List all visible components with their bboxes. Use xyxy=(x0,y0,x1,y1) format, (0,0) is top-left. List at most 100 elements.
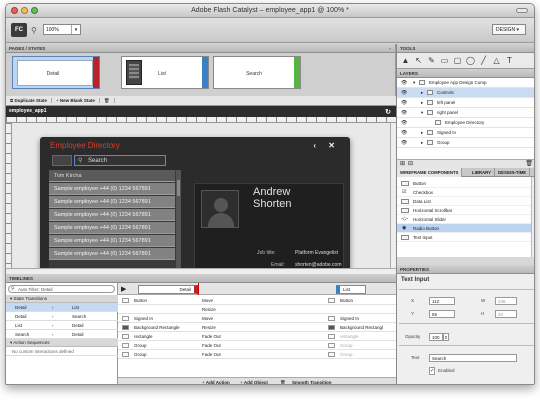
eye-icon[interactable]: 👁 xyxy=(401,88,407,98)
opacity-input[interactable]: 100 xyxy=(429,333,443,341)
list-item[interactable]: Sample employee +44 (0) 1234 567891 xyxy=(49,183,175,195)
tab-wireframe-components[interactable]: WIREFRAME COMPONENTS xyxy=(397,168,463,177)
expand-icon[interactable]: ▾ xyxy=(413,78,415,88)
timeline-row[interactable]: Signed In Move Signed In xyxy=(118,314,396,323)
layer-row[interactable]: 👁 ▸ Group xyxy=(397,138,534,148)
component-item[interactable]: Button xyxy=(397,179,531,188)
h-input[interactable]: 20 xyxy=(495,310,517,318)
layer-row[interactable]: 👁 ▾ right panel xyxy=(397,108,534,118)
document-tab[interactable]: employee_app1 ↻ xyxy=(6,106,396,117)
list-item[interactable]: Sample employee +44 (0) 1234 567891 xyxy=(49,235,175,247)
timeline-filter-input[interactable]: ⚲ Auto Filter: Detail xyxy=(8,285,115,293)
rounded-rectangle-tool-icon[interactable]: ▢ xyxy=(452,56,463,65)
rectangle-tool-icon[interactable]: ▭ xyxy=(439,56,450,65)
text-input[interactable]: Search xyxy=(429,354,517,362)
timeline-row[interactable]: rectangle Fade Out rectangle xyxy=(118,332,396,341)
state-detail[interactable]: Detail xyxy=(12,56,100,89)
tab-library[interactable]: LIBRARY xyxy=(469,168,495,177)
new-layer-icon[interactable]: ⊞ xyxy=(397,161,408,167)
direct-select-tool-icon[interactable]: ↖ xyxy=(413,56,424,65)
eye-icon[interactable]: 👁 xyxy=(401,118,407,128)
state-transitions-group[interactable]: ▾ State Transitions xyxy=(6,295,118,303)
component-item[interactable]: Text Input xyxy=(397,233,531,242)
expand-icon[interactable]: ▸ xyxy=(421,128,423,138)
search-input[interactable]: ⚲ Search xyxy=(74,155,166,166)
enabled-checkbox[interactable]: ✓ xyxy=(429,367,435,375)
w-input[interactable]: 236 xyxy=(495,297,517,305)
eye-icon[interactable]: 👁 xyxy=(401,98,407,108)
eye-icon[interactable]: 👁 xyxy=(401,78,407,88)
list-item[interactable]: Tom Kircha xyxy=(49,170,175,182)
zoom-icon[interactable]: ⚲ xyxy=(31,26,37,35)
text-input-component-icon xyxy=(401,235,409,240)
layer-row[interactable]: 👁 ▾ Employee App Design Comp xyxy=(397,78,534,88)
pen-tool-icon[interactable]: ✎ xyxy=(426,56,437,65)
transition-row[interactable]: List › Detail xyxy=(6,321,118,330)
ellipse-tool-icon[interactable]: ◯ xyxy=(465,56,476,65)
tab-design-time[interactable]: DESIGN-TIME xyxy=(495,168,531,177)
layer-row[interactable]: 👁 ▸ left panel xyxy=(397,98,534,108)
layer-row[interactable]: 👁 ▸ Signed In xyxy=(397,128,534,138)
transition-row[interactable]: Detail › List xyxy=(6,303,118,312)
list-item[interactable]: Sample employee +44 (0) 1234 567891 xyxy=(49,196,175,208)
opacity-stepper[interactable]: ⇕ xyxy=(443,333,449,341)
search-toggle-button[interactable] xyxy=(52,155,72,166)
canvas[interactable]: Employee Directory ‹ ✕ ⚲ Search Tom Kirch… xyxy=(12,123,396,274)
components-scrollbar[interactable] xyxy=(531,177,534,257)
new-blank-state-button[interactable]: + New Blank State xyxy=(51,98,100,103)
select-tool-icon[interactable]: ▲ xyxy=(400,56,411,65)
eye-icon[interactable]: 👁 xyxy=(401,128,407,138)
delete-state-icon[interactable]: 🗑 xyxy=(99,98,115,103)
component-item[interactable]: Horizontal Scrollbar xyxy=(397,206,531,215)
zoom-select[interactable]: 100% ▾ xyxy=(43,24,81,35)
play-icon[interactable]: ▶ xyxy=(121,285,126,293)
timeline-row[interactable]: Resize xyxy=(118,305,396,314)
timeline-row[interactable]: Background Rectangle Resize Background Rec… xyxy=(118,323,396,332)
list-item[interactable]: Sample employee +44 (0) 1234 567891 xyxy=(49,248,175,260)
x-input[interactable]: 112 xyxy=(429,297,455,305)
polygon-tool-icon[interactable]: △ xyxy=(491,56,502,65)
component-item[interactable]: -◇- Horizontal Slider xyxy=(397,215,531,224)
list-scrollbar[interactable] xyxy=(176,170,181,274)
timeline-row[interactable]: Group Fade Out Group xyxy=(118,341,396,350)
text-tool-icon[interactable]: T xyxy=(504,56,515,65)
delete-layer-icon[interactable]: 🗑 xyxy=(525,160,533,168)
line-tool-icon[interactable]: ╱ xyxy=(478,56,489,65)
workspace-select[interactable]: DESIGN ▾ xyxy=(492,24,526,35)
delete-icon[interactable]: 🗑 xyxy=(280,378,286,384)
app-nav-icons[interactable]: ‹ ✕ xyxy=(313,141,340,150)
add-object-button[interactable]: + Add Object xyxy=(240,378,268,384)
eye-icon[interactable]: 👁 xyxy=(401,138,407,148)
component-item[interactable]: ◉ Radio Button xyxy=(397,224,531,233)
duplicate-state-button[interactable]: ⧉ Duplicate State xyxy=(6,98,52,103)
expand-icon[interactable]: ▸ xyxy=(421,88,423,98)
expand-icon[interactable]: ▾ xyxy=(421,108,423,118)
playhead[interactable] xyxy=(198,283,199,295)
y-input[interactable]: 55 xyxy=(429,310,455,318)
layer-row[interactable]: 👁 ▸ Controls xyxy=(397,88,534,98)
component-item[interactable]: ☑ Checkbox xyxy=(397,188,531,197)
toolbar-toggle-button[interactable] xyxy=(516,8,528,13)
expand-icon[interactable]: ▸ xyxy=(421,98,423,108)
timeline-row[interactable]: Group Fade Out Group xyxy=(118,350,396,359)
list-item[interactable]: Sample employee +44 (0) 1234 567891 xyxy=(49,209,175,221)
timeline-row[interactable]: Button Move Button xyxy=(118,296,396,305)
state-search[interactable]: Search xyxy=(213,56,301,89)
smooth-transition-button[interactable]: Smooth Transition xyxy=(292,378,332,384)
layer-row[interactable]: 👁 Employee Directory xyxy=(397,118,534,128)
employee-list[interactable]: Tom Kircha Sample employee +44 (0) 1234 … xyxy=(49,170,181,274)
app-stage[interactable]: Employee Directory ‹ ✕ ⚲ Search Tom Kirch… xyxy=(40,137,350,274)
eye-icon[interactable]: 👁 xyxy=(401,108,407,118)
transition-row[interactable]: Search › Detail xyxy=(6,330,118,339)
action-sequences-group[interactable]: ▾ Action Sequences xyxy=(6,339,118,347)
panel-collapse-icon[interactable]: ▫ xyxy=(389,44,391,53)
state-list[interactable]: List xyxy=(121,56,209,89)
list-item[interactable]: Sample employee +44 (0) 1234 567891 xyxy=(49,222,175,234)
effect-label: Fade Out xyxy=(202,352,221,357)
new-sublayer-icon[interactable]: ⊟ xyxy=(408,161,413,167)
expand-icon[interactable]: ▸ xyxy=(421,138,423,148)
transition-row[interactable]: Detail › Search xyxy=(6,312,118,321)
scroll-thumb[interactable] xyxy=(177,180,180,196)
add-action-button[interactable]: + Add Action xyxy=(202,378,230,384)
component-item[interactable]: Data List xyxy=(397,197,531,206)
